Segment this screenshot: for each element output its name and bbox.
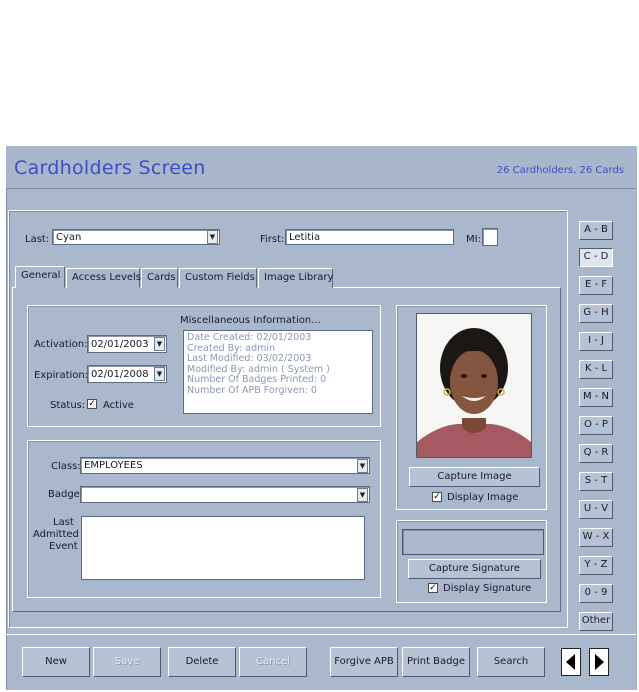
last-name-label: Last: [25, 234, 50, 245]
last-event-label-line3: Event [49, 541, 78, 552]
class-value: EMPLOYEES [84, 460, 143, 471]
badge-label: Badge: [48, 489, 84, 500]
next-record-button[interactable] [589, 648, 609, 676]
tab-access-levels[interactable]: Access Levels [66, 268, 142, 288]
last-event-label-line2: Admitted [33, 529, 79, 540]
tab-access-levels-label: Access Levels [72, 272, 142, 283]
capture-signature-button[interactable]: Capture Signature [408, 559, 541, 579]
alpha-index-q-r[interactable]: Q - R [579, 444, 613, 463]
last-event-label-line1: Last [53, 517, 74, 528]
display-signature-checkbox[interactable]: ✓ [428, 583, 438, 593]
badge-dropdown-arrow[interactable]: ▼ [357, 488, 368, 502]
tab-image-library[interactable]: Image Library [258, 268, 333, 288]
tab-custom-fields[interactable]: Custom Fields [179, 268, 257, 288]
alpha-index-0-9[interactable]: 0 - 9 [579, 584, 613, 603]
title-bar: Cardholders Screen 26 Cardholders, 26 Ca… [6, 146, 636, 189]
last-name-dropdown-arrow[interactable]: ▼ [207, 230, 218, 244]
badge-select[interactable] [80, 486, 370, 503]
alpha-index-other[interactable]: Other [579, 612, 613, 631]
activation-date-value: 02/01/2003 [91, 339, 149, 350]
middle-initial-label: MI: [466, 234, 481, 245]
alpha-index-i-j[interactable]: I - J [579, 332, 613, 351]
forgive-apb-button[interactable]: Forgive APB [330, 647, 398, 677]
activation-dropdown-arrow[interactable]: ▼ [154, 337, 165, 351]
alpha-index-s-t[interactable]: S - T [579, 472, 613, 491]
portrait-image [417, 314, 531, 457]
last-name-combobox[interactable]: Cyan [52, 229, 220, 245]
active-label: Active [103, 400, 134, 411]
class-dropdown-arrow[interactable]: ▼ [357, 459, 368, 473]
alpha-index-a-b[interactable]: A - B [579, 221, 613, 240]
alpha-index-m-n[interactable]: M - N [579, 388, 613, 407]
alpha-index-u-v[interactable]: U - V [579, 500, 613, 519]
misc-line: Number Of APB Forgiven: 0 [187, 384, 317, 396]
activation-label: Activation: [34, 339, 88, 350]
window-title: Cardholders Screen [14, 157, 206, 179]
last-admitted-event-box [81, 516, 365, 580]
previous-record-button[interactable] [561, 648, 581, 676]
display-signature-label: Display Signature [443, 583, 532, 594]
save-button[interactable]: Save [93, 647, 161, 677]
tab-general-label: General [21, 270, 61, 281]
tab-custom-fields-label: Custom Fields [185, 272, 255, 283]
expiration-date-value: 02/01/2008 [91, 369, 149, 380]
alpha-index-w-x[interactable]: W - X [579, 528, 613, 547]
tab-general[interactable]: General [15, 266, 65, 288]
misc-info-box: Date Created: 02/01/2003 Created By: adm… [183, 330, 373, 414]
first-name-input[interactable]: Letitia [285, 229, 454, 245]
last-name-value: Cyan [56, 232, 82, 243]
signature-box [402, 529, 544, 555]
misc-info-title: Miscellaneous Information... [180, 315, 321, 326]
cardholder-count: 26 Cardholders, 26 Cards [496, 165, 624, 176]
alpha-index-y-z[interactable]: Y - Z [579, 556, 613, 575]
first-name-value: Letitia [289, 232, 321, 243]
arrow-right-icon [595, 654, 604, 670]
misc-line: Date Created: 02/01/2003 [187, 332, 312, 343]
alpha-index-e-f[interactable]: E - F [579, 276, 613, 295]
arrow-left-icon [566, 654, 575, 670]
cardholder-photo [416, 313, 532, 458]
display-image-label: Display Image [447, 492, 519, 503]
expiration-dropdown-arrow[interactable]: ▼ [154, 367, 165, 381]
delete-button[interactable]: Delete [168, 647, 236, 677]
expiration-label: Expiration: [34, 370, 89, 381]
class-label: Class: [51, 461, 81, 472]
new-button[interactable]: New [22, 647, 90, 677]
alpha-index-k-l[interactable]: K - L [579, 360, 613, 379]
first-name-label: First: [260, 234, 285, 245]
active-checkbox[interactable]: ✓ [87, 399, 97, 409]
print-badge-button[interactable]: Print Badge [402, 647, 470, 677]
status-label: Status: [50, 400, 86, 411]
alpha-index-c-d[interactable]: C - D [579, 248, 613, 267]
display-image-checkbox[interactable]: ✓ [432, 492, 442, 502]
alpha-index-g-h[interactable]: G - H [579, 304, 613, 323]
cancel-button[interactable]: Cancel [239, 647, 307, 677]
tab-image-library-label: Image Library [264, 272, 334, 283]
alpha-index-o-p[interactable]: O - P [579, 416, 613, 435]
middle-initial-input[interactable] [482, 228, 498, 246]
class-select[interactable]: EMPLOYEES [80, 457, 370, 474]
search-button[interactable]: Search [477, 647, 545, 677]
tab-cards[interactable]: Cards [141, 268, 178, 288]
tab-cards-label: Cards [147, 272, 176, 283]
capture-image-button[interactable]: Capture Image [409, 467, 540, 487]
